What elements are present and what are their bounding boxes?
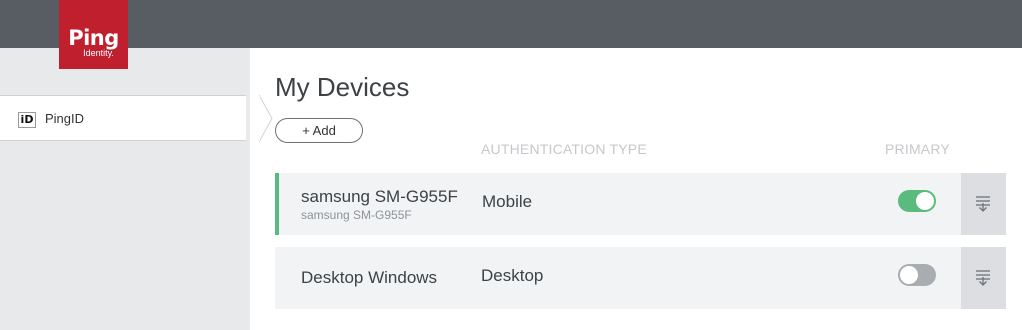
pingid-icon: iD <box>18 112 36 128</box>
expand-menu-icon <box>976 196 990 212</box>
device-auth-type: Desktop <box>481 266 544 285</box>
device-menu-button[interactable] <box>961 173 1006 235</box>
device-model: samsung SM-G955F <box>301 208 412 222</box>
main-content: My Devices + Add AUTHENTICATION TYPE PRI… <box>250 48 1022 330</box>
expand-menu-icon <box>976 270 990 286</box>
device-row: samsung SM-G955F samsung SM-G955F Mobile <box>275 173 1006 235</box>
column-header-auth-type: AUTHENTICATION TYPE <box>481 141 647 157</box>
top-bar <box>0 0 1022 48</box>
ping-identity-logo[interactable]: Ping Identity. <box>59 0 128 69</box>
column-header-primary: PRIMARY <box>885 141 950 157</box>
device-auth-type: Mobile <box>482 192 533 211</box>
device-menu-button[interactable] <box>961 247 1006 309</box>
primary-toggle[interactable] <box>898 190 936 212</box>
sidebar: iD PingID <box>0 48 273 330</box>
device-name: samsung SM-G955F <box>301 187 458 206</box>
toggle-knob <box>900 266 918 284</box>
page-title: My Devices <box>275 72 410 102</box>
device-name: Desktop Windows <box>301 268 438 287</box>
sidebar-item-label: PingID <box>45 111 85 126</box>
primary-toggle[interactable] <box>898 264 936 286</box>
logo-brand: Ping <box>68 26 119 50</box>
toggle-knob <box>916 192 934 210</box>
add-device-button[interactable]: + Add <box>275 118 363 143</box>
device-row: Desktop Windows Desktop <box>275 247 1006 309</box>
sidebar-item-pingid[interactable]: iD PingID <box>0 95 273 142</box>
